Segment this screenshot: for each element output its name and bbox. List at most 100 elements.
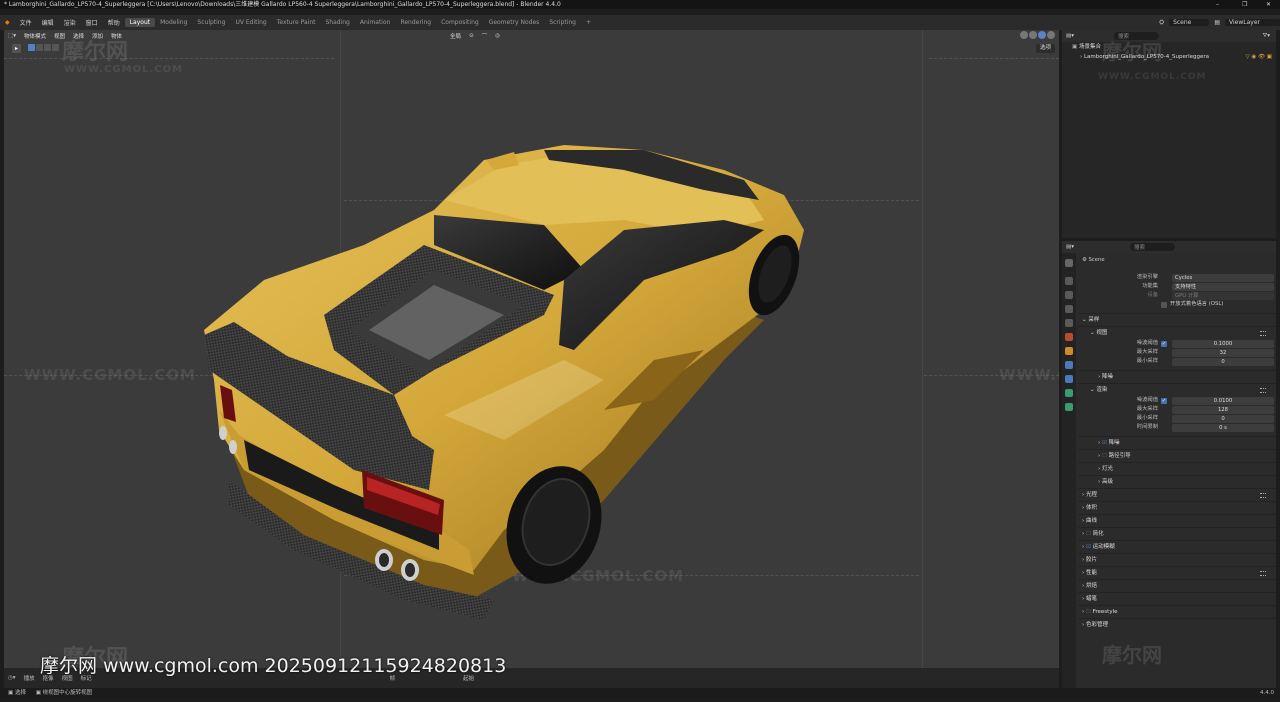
section-r-denoise[interactable]: › ☑ 降噪	[1078, 436, 1276, 449]
physics-tab-icon[interactable]	[1065, 389, 1073, 397]
section-lights[interactable]: › 灯光	[1078, 462, 1276, 475]
render-engine-dropdown[interactable]: Cycles	[1172, 273, 1274, 282]
menu-add[interactable]: 添加	[88, 32, 107, 40]
simplify-checkbox[interactable]: ☐	[1086, 531, 1093, 537]
menu-help[interactable]: 帮助	[103, 18, 125, 27]
section-motion-blur[interactable]: › ☑ 运动模糊	[1078, 540, 1276, 553]
visibility-icons[interactable]: ▽ ◉ 👁 ▣	[1246, 52, 1272, 62]
motion-blur-checkbox[interactable]: ☑	[1086, 544, 1093, 550]
select-invert-icon[interactable]	[52, 44, 59, 51]
r-max-samples-field[interactable]: 128	[1172, 405, 1274, 414]
section-curves[interactable]: › 曲线	[1078, 514, 1276, 527]
properties-search-input[interactable]: 搜索	[1129, 243, 1175, 251]
tab-modeling[interactable]: Modeling	[155, 18, 192, 27]
menu-window[interactable]: 窗口	[81, 18, 103, 27]
tab-layout[interactable]: Layout	[124, 18, 156, 27]
section-vp-denoise[interactable]: › 降噪	[1078, 370, 1276, 383]
object-tab-icon[interactable]	[1065, 347, 1073, 355]
outliner-scene-collection[interactable]: ▣ 场景集合	[1062, 42, 1276, 52]
r-min-samples-field[interactable]: 0	[1172, 414, 1274, 423]
section-grease-pencil[interactable]: › 蜡笔	[1078, 592, 1276, 605]
presets-icon[interactable]	[1260, 388, 1266, 393]
modifier-tab-icon[interactable]	[1065, 361, 1073, 369]
pivot-icon[interactable]: ⊙	[465, 33, 478, 39]
section-sampling[interactable]: ⌄ 采样	[1078, 313, 1276, 326]
tab-sculpting[interactable]: Sculpting	[192, 18, 230, 27]
tab-rendering[interactable]: Rendering	[395, 18, 436, 27]
vp-noise-threshold-field[interactable]: 0.1000	[1172, 339, 1274, 348]
vp-max-samples-field[interactable]: 32	[1172, 348, 1274, 357]
section-render[interactable]: ⌄ 渲染	[1078, 383, 1276, 396]
select-extend-icon[interactable]	[36, 44, 43, 51]
tab-scripting[interactable]: Scripting	[544, 18, 581, 27]
properties-editor-icon[interactable]: ▤▾	[1066, 244, 1074, 250]
close-button[interactable]: ✕	[1266, 0, 1271, 9]
vp-min-samples-field[interactable]: 0	[1172, 357, 1274, 366]
editor-type-button[interactable]: ⬚▾	[4, 33, 20, 39]
select-tool-icon[interactable]: ▸	[12, 44, 21, 53]
world-tab-icon[interactable]	[1065, 333, 1073, 341]
output-tab-icon[interactable]	[1065, 291, 1073, 299]
tab-geometry-nodes[interactable]: Geometry Nodes	[484, 18, 545, 27]
scene-tab-icon[interactable]	[1065, 319, 1073, 327]
presets-icon[interactable]	[1260, 493, 1266, 498]
solid-shading-icon[interactable]	[1029, 31, 1037, 39]
tab-texture-paint[interactable]: Texture Paint	[272, 18, 321, 27]
particles-tab-icon[interactable]	[1065, 375, 1073, 383]
vp-noise-threshold-checkbox[interactable]: ✓	[1161, 340, 1167, 347]
menu-select[interactable]: 选择	[69, 32, 88, 40]
section-simplify[interactable]: › ☐ 简化	[1078, 527, 1276, 540]
menu-object[interactable]: 物体	[107, 32, 126, 40]
tab-compositing[interactable]: Compositing	[436, 18, 484, 27]
wireframe-shading-icon[interactable]	[1020, 31, 1028, 39]
freestyle-checkbox[interactable]: ☐	[1086, 609, 1093, 615]
material-preview-icon[interactable]	[1038, 31, 1046, 39]
view-layer-selector[interactable]: ViewLayer	[1225, 19, 1280, 26]
transform-orientation[interactable]: 全局	[446, 32, 465, 40]
3d-viewport[interactable]: 摩尔网 WWW.CGMOL.COM WWW.CGMOL.COM WWW.CGMO…	[4, 30, 1059, 688]
mode-selector[interactable]: 物体模式	[20, 32, 50, 40]
section-freestyle[interactable]: › ☐ Freestyle	[1078, 605, 1276, 618]
add-workspace-button[interactable]: +	[581, 18, 596, 27]
maximize-button[interactable]: ❐	[1242, 0, 1247, 9]
section-volumes[interactable]: › 体积	[1078, 501, 1276, 514]
outliner-editor-icon[interactable]: ▤▾	[1066, 33, 1074, 39]
feature-set-dropdown[interactable]: 支持特性	[1172, 282, 1274, 291]
section-color-management[interactable]: › 色彩管理	[1078, 618, 1276, 631]
filter-icon[interactable]: ⛛▾	[1263, 33, 1270, 40]
select-subtract-icon[interactable]	[44, 44, 51, 51]
r-noise-threshold-checkbox[interactable]: ✓	[1161, 397, 1167, 404]
section-viewport[interactable]: ⌄ 视图	[1078, 326, 1276, 339]
denoise-checkbox[interactable]: ☑	[1102, 440, 1109, 446]
tab-animation[interactable]: Animation	[355, 18, 396, 27]
r-time-limit-field[interactable]: 0 s	[1172, 423, 1274, 432]
car-model[interactable]	[4, 30, 1059, 688]
timeline-playback[interactable]: 播放	[20, 674, 39, 682]
osl-checkbox[interactable]	[1161, 301, 1167, 308]
section-advanced[interactable]: › 高级	[1078, 475, 1276, 488]
tool-tab-icon[interactable]	[1065, 259, 1073, 267]
section-bake[interactable]: › 烘焙	[1078, 579, 1276, 592]
section-performance[interactable]: › 性能	[1078, 566, 1276, 579]
minimize-button[interactable]: –	[1216, 0, 1219, 9]
outliner-item-lamborghini[interactable]: › Lamborghini_Gallardo_LP570-4_Superlegg…	[1062, 52, 1276, 62]
presets-icon[interactable]	[1260, 571, 1266, 576]
scene-selector[interactable]: Scene	[1169, 19, 1210, 26]
proportional-edit-icon[interactable]: ◎	[491, 33, 504, 39]
view-options-button[interactable]: 选项	[1035, 44, 1055, 53]
tab-uv-editing[interactable]: UV Editing	[230, 18, 271, 27]
rendered-shading-icon[interactable]	[1047, 31, 1055, 39]
presets-icon[interactable]	[1260, 331, 1266, 336]
select-new-icon[interactable]	[28, 44, 35, 51]
section-path-guiding[interactable]: › ☐ 路径引导	[1078, 449, 1276, 462]
view-layer-tab-icon[interactable]	[1065, 305, 1073, 313]
device-dropdown[interactable]: GPU 计算	[1172, 291, 1274, 300]
section-light-paths[interactable]: › 光程	[1078, 488, 1276, 501]
section-film[interactable]: › 胶片	[1078, 553, 1276, 566]
menu-view[interactable]: 视图	[50, 32, 69, 40]
menu-file[interactable]: 文件	[15, 18, 37, 27]
snap-icon[interactable]: ⌒	[478, 32, 492, 40]
menu-render[interactable]: 渲染	[59, 18, 81, 27]
blender-logo-icon[interactable]: ◆	[0, 19, 15, 26]
render-tab-icon[interactable]	[1065, 277, 1073, 285]
